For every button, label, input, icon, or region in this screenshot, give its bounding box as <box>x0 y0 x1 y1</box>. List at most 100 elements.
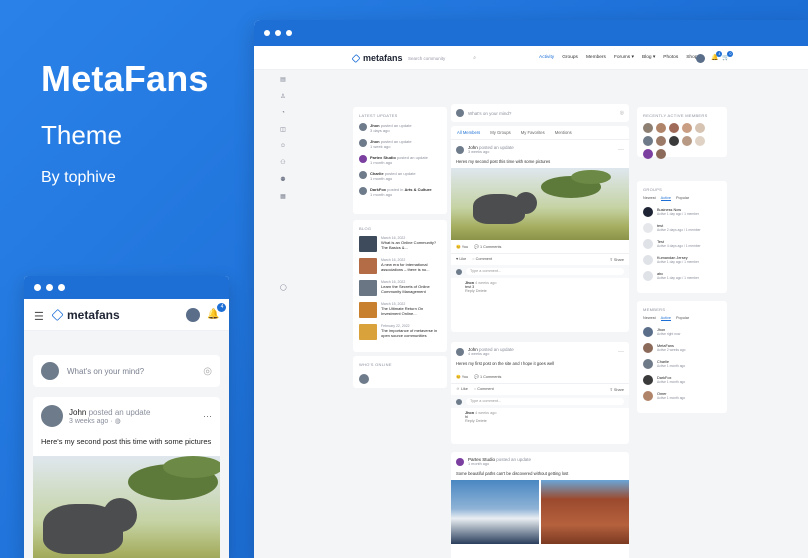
tab-mentions[interactable]: Mentions <box>555 130 572 135</box>
list-item[interactable]: Charlie Active 1 month ago <box>637 356 727 372</box>
more-options-icon[interactable]: ··· <box>618 349 624 355</box>
logout-icon[interactable]: ◯ <box>280 284 287 291</box>
menu-item-blog[interactable]: Blog ▾ <box>642 55 655 60</box>
blog-thumbnail[interactable] <box>359 280 377 296</box>
avatar[interactable] <box>669 123 679 133</box>
menu-item-members[interactable]: Members <box>586 55 606 60</box>
list-item[interactable]: Jhon posted an update 3 days ago <box>353 120 447 136</box>
avatar[interactable] <box>682 136 692 146</box>
menu-item-forums[interactable]: Forums ▾ <box>614 55 634 60</box>
comment-input[interactable]: Type a comment... <box>466 398 624 405</box>
add-friend-icon[interactable]: ⚇ <box>280 159 285 166</box>
groups-icon[interactable]: ☺ <box>280 143 286 149</box>
avatar[interactable] <box>456 457 464 466</box>
blog-title[interactable]: A new era for international associations… <box>381 262 441 272</box>
composer-placeholder[interactable]: What's on your mind? <box>468 111 511 116</box>
members-icon[interactable]: ⚉ <box>280 176 285 183</box>
search-icon[interactable]: ⌕ <box>473 55 476 61</box>
tab-newest[interactable]: Newest <box>643 316 656 321</box>
blog-title[interactable]: Learn the Secrets of Online Community Ma… <box>381 284 441 294</box>
list-item[interactable]: Jhon posted an update 1 week ago <box>353 136 447 152</box>
list-item[interactable]: Jhon Active right now <box>637 324 727 340</box>
list-item[interactable]: February 22, 2022 The importance of metav… <box>353 321 447 343</box>
avatar[interactable] <box>643 136 653 146</box>
avatar[interactable] <box>643 149 653 159</box>
comments-count[interactable]: 💬 1 Comments <box>474 244 501 249</box>
list-item[interactable]: Kumandan Jersey Active 1 day ago / 1 memb… <box>637 252 727 268</box>
list-item[interactable]: March 15, 2022 The Ultimate Return On Inv… <box>353 299 447 321</box>
camera-icon[interactable]: ◎ <box>203 366 212 377</box>
site-logo[interactable]: metafans <box>51 308 120 322</box>
avatar[interactable] <box>695 136 705 146</box>
hamburger-menu-icon[interactable]: ☰ <box>34 310 44 323</box>
post-image[interactable] <box>451 168 629 240</box>
tab-all-members[interactable]: All Members <box>457 130 480 135</box>
list-item[interactable]: DarkFox posted in Arts & Culture 1 month … <box>353 184 447 200</box>
avatar[interactable] <box>41 405 63 427</box>
bell-icon[interactable]: 🔔 4 <box>711 51 723 61</box>
list-item[interactable]: MetaFans Active 2 weeks ago <box>637 340 727 356</box>
list-item[interactable]: Business Now Active 1 day ago / 1 member <box>637 204 727 220</box>
blog-thumbnail[interactable] <box>359 258 377 274</box>
delete-link[interactable]: Delete <box>476 419 487 423</box>
cart-icon[interactable]: 🛒 0 <box>722 51 734 61</box>
delete-link[interactable]: Delete <box>476 289 487 293</box>
list-item[interactable]: March 16, 2022 What is an Online Communit… <box>353 233 447 255</box>
share-button[interactable]: ⇪ Share <box>610 387 624 392</box>
blog-thumbnail[interactable] <box>359 302 377 318</box>
comment-input[interactable]: Type a comment... <box>466 268 624 275</box>
avatar[interactable] <box>643 123 653 133</box>
comment-button[interactable]: ◌ Comment <box>474 387 494 392</box>
menu-item-activity[interactable]: Activity <box>539 55 554 60</box>
tab-my-groups[interactable]: My Groups <box>490 130 510 135</box>
list-item[interactable]: DarkFox Active 1 month ago <box>637 372 727 388</box>
post-composer[interactable]: What's on your mind? ◎ <box>33 355 220 387</box>
gallery-image-rocks[interactable] <box>541 480 629 544</box>
home-icon[interactable]: ▤ <box>280 76 286 83</box>
blog-thumbnail[interactable] <box>359 236 377 252</box>
site-logo[interactable]: metafans <box>351 53 403 63</box>
menu-item-groups[interactable]: Groups <box>562 55 578 60</box>
user-avatar[interactable] <box>186 308 200 322</box>
more-options-icon[interactable]: ··· <box>618 147 624 153</box>
blog-title[interactable]: The Ultimate Return On Investment Online… <box>381 306 441 316</box>
list-item[interactable]: Test Active 4 days ago / 1 member <box>637 236 727 252</box>
list-item[interactable]: March 16, 2022 Learn the Secrets of Onlin… <box>353 277 447 299</box>
gallery-image-mountains[interactable] <box>451 480 539 544</box>
avatar[interactable] <box>456 145 464 154</box>
comment-button[interactable]: ◌ Comment <box>472 257 492 262</box>
settings-icon[interactable]: ▦ <box>280 193 286 200</box>
list-item[interactable]: abc Active 1 day ago / 1 member <box>637 268 727 284</box>
photos-icon[interactable]: ◫ <box>280 126 286 133</box>
tab-active[interactable]: Active <box>660 196 672 201</box>
avatar[interactable] <box>682 123 692 133</box>
share-button[interactable]: ⇪ Share <box>610 257 624 262</box>
blog-thumbnail[interactable] <box>359 324 377 340</box>
reply-link[interactable]: Reply <box>465 419 475 423</box>
like-button[interactable]: ☺ Like <box>456 387 468 392</box>
profile-icon[interactable]: ♙ <box>280 93 285 100</box>
list-item[interactable]: March 16, 2022 A new era for internationa… <box>353 255 447 277</box>
reaction-summary[interactable]: 😊 You <box>456 244 468 249</box>
tab-my-favorites[interactable]: My Favorites <box>521 130 545 135</box>
tab-newest[interactable]: Newest <box>643 196 656 201</box>
avatar[interactable] <box>656 123 666 133</box>
blog-title[interactable]: The importance of metaverse in open sour… <box>381 328 441 338</box>
list-item[interactable]: Charlie posted an update 1 month ago <box>353 168 447 184</box>
notifications-icon[interactable]: ◔ <box>281 110 285 116</box>
avatar[interactable] <box>656 149 666 159</box>
post-composer[interactable]: What's on your mind? ◎ <box>451 104 629 122</box>
list-item[interactable]: Omer Active 1 month ago <box>637 388 727 404</box>
tab-popular[interactable]: Popular <box>676 316 689 321</box>
camera-icon[interactable]: ◎ <box>620 110 624 116</box>
update-group[interactable]: Arts & Culture <box>405 187 432 192</box>
search-input[interactable]: Search community ⌕ <box>404 52 478 64</box>
tab-active[interactable]: Active <box>660 316 672 321</box>
tab-popular[interactable]: Popular <box>676 196 689 201</box>
avatar[interactable] <box>695 123 705 133</box>
menu-item-photos[interactable]: Photos <box>663 55 678 60</box>
user-avatar[interactable] <box>696 54 705 63</box>
avatar[interactable] <box>359 374 369 384</box>
reaction-summary[interactable]: 😊 You <box>456 374 468 379</box>
avatar[interactable] <box>656 136 666 146</box>
